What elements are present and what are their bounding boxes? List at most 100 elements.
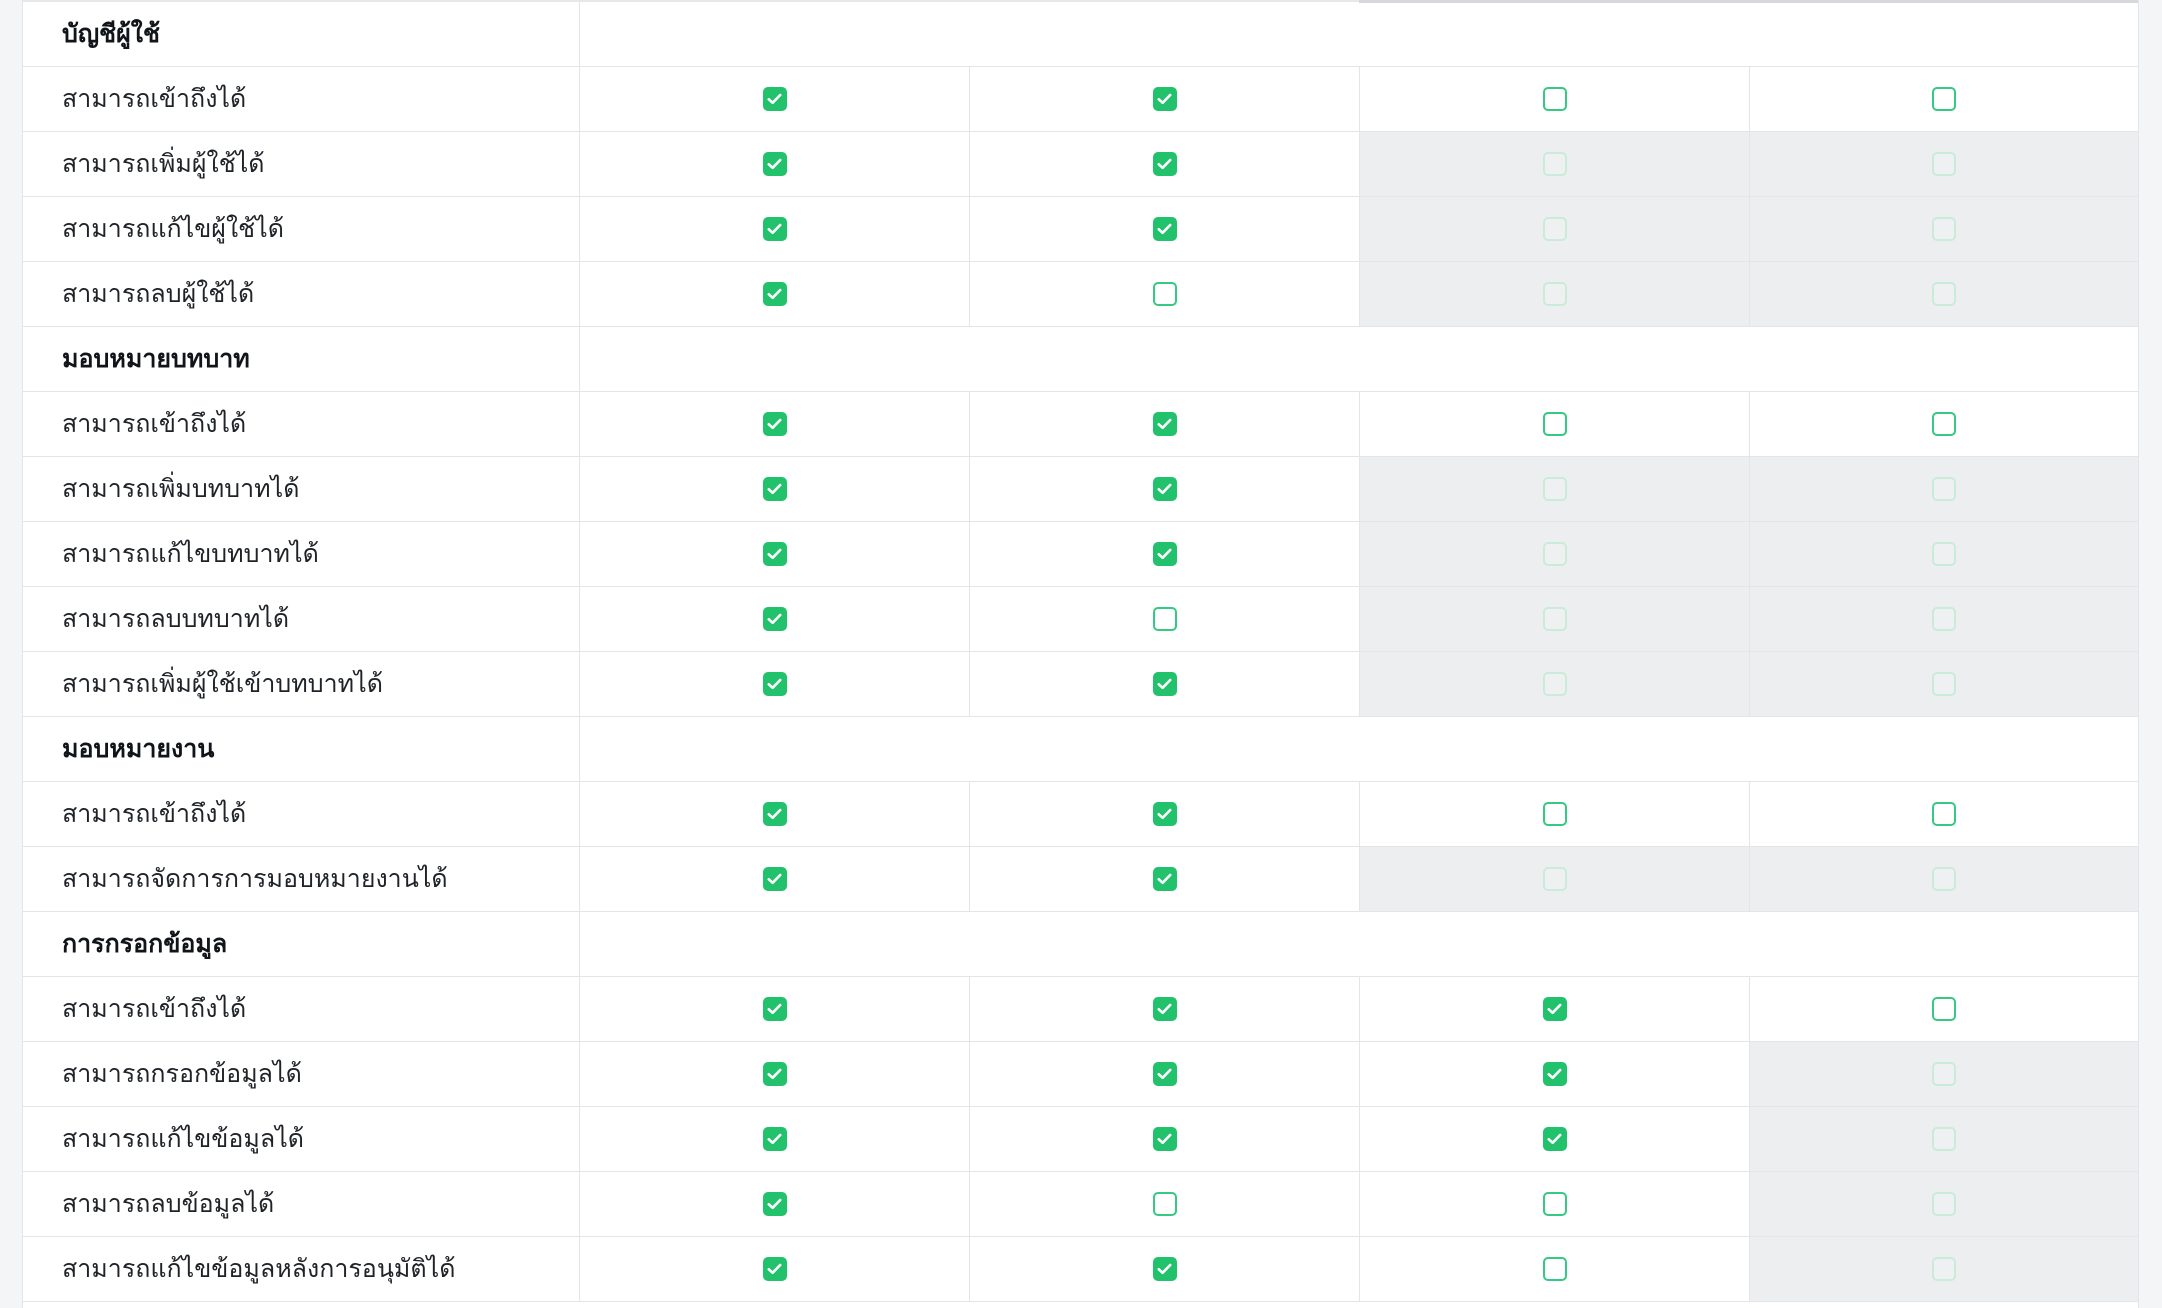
permission-checkbox	[1932, 1062, 1956, 1086]
permission-checkbox[interactable]	[762, 152, 787, 176]
permission-cell	[1360, 1107, 1750, 1171]
section-empty-cell	[580, 327, 2138, 391]
check-icon	[767, 873, 782, 885]
permission-checkbox[interactable]	[1152, 802, 1177, 826]
permission-checkbox[interactable]	[762, 282, 787, 306]
permission-checkbox[interactable]	[1542, 87, 1567, 111]
check-icon	[1157, 483, 1172, 495]
permission-checkbox[interactable]	[1152, 1062, 1177, 1086]
permission-cell	[970, 197, 1360, 261]
permission-checkbox[interactable]	[1932, 997, 1956, 1021]
check-icon	[1547, 1003, 1562, 1015]
permission-checkbox[interactable]	[1152, 867, 1177, 891]
check-icon	[767, 1263, 782, 1275]
permission-cell	[580, 392, 970, 456]
permission-checkbox	[1542, 867, 1567, 891]
permission-cell	[1360, 132, 1750, 196]
permission-checkbox[interactable]	[1152, 477, 1177, 501]
section-empty-cell	[580, 717, 2138, 781]
permission-checkbox	[1542, 672, 1567, 696]
permission-checkbox[interactable]	[1542, 1257, 1567, 1281]
permission-cell	[970, 132, 1360, 196]
check-icon	[767, 93, 782, 105]
permission-checkbox[interactable]	[1542, 997, 1567, 1021]
permission-checkbox[interactable]	[762, 412, 787, 436]
permission-cell	[1360, 782, 1750, 846]
permission-cell	[580, 132, 970, 196]
check-icon	[1157, 158, 1172, 170]
permission-checkbox[interactable]	[762, 477, 787, 501]
permission-checkbox[interactable]	[1932, 87, 1956, 111]
permission-checkbox	[1932, 672, 1956, 696]
permission-checkbox[interactable]	[1152, 997, 1177, 1021]
permission-cell	[970, 587, 1360, 651]
permission-row: สามารถแก้ไขผู้ใช้ได้	[23, 197, 2138, 262]
permission-checkbox[interactable]	[762, 1127, 787, 1151]
section-row: มอบหมายบทบาท	[23, 327, 2138, 392]
permission-cell	[1360, 587, 1750, 651]
permission-checkbox[interactable]	[1152, 217, 1177, 241]
permission-checkbox[interactable]	[762, 802, 787, 826]
permission-checkbox[interactable]	[1152, 152, 1177, 176]
check-icon	[767, 158, 782, 170]
permission-cell	[1750, 847, 2138, 911]
permission-checkbox[interactable]	[1932, 802, 1956, 826]
permission-checkbox[interactable]	[762, 672, 787, 696]
permission-checkbox[interactable]	[762, 87, 787, 111]
permission-cell	[970, 457, 1360, 521]
permission-label: สามารถแก้ไขบทบาทได้	[23, 522, 580, 586]
permission-checkbox[interactable]	[1542, 1062, 1567, 1086]
permission-cell	[970, 1172, 1360, 1236]
check-icon	[1547, 1133, 1562, 1145]
check-icon	[1157, 678, 1172, 690]
permission-cell	[1750, 652, 2138, 716]
permission-checkbox[interactable]	[1152, 607, 1177, 631]
permission-checkbox[interactable]	[1542, 802, 1567, 826]
section-row: มอบหมายงาน	[23, 717, 2138, 782]
permission-checkbox[interactable]	[1152, 1127, 1177, 1151]
permission-checkbox[interactable]	[762, 1192, 787, 1216]
section-row: การกรอกข้อมูล	[23, 912, 2138, 977]
permission-checkbox[interactable]	[762, 1062, 787, 1086]
permission-checkbox[interactable]	[762, 217, 787, 241]
permission-cell	[1750, 132, 2138, 196]
permission-cell	[1360, 977, 1750, 1041]
check-icon	[1157, 873, 1172, 885]
permission-checkbox[interactable]	[1152, 1257, 1177, 1281]
section-row: บัญชีผู้ใช้	[23, 2, 2138, 67]
permission-cell	[580, 522, 970, 586]
permission-checkbox	[1932, 477, 1956, 501]
permission-checkbox[interactable]	[762, 1257, 787, 1281]
permission-row: สามารถเพิ่มผู้ใช้ได้	[23, 132, 2138, 197]
permission-checkbox[interactable]	[762, 607, 787, 631]
permission-checkbox[interactable]	[1152, 1192, 1177, 1216]
permission-checkbox	[1542, 217, 1567, 241]
permission-checkbox[interactable]	[762, 997, 787, 1021]
permission-checkbox[interactable]	[1152, 412, 1177, 436]
permission-cell	[580, 847, 970, 911]
permission-cell	[1750, 457, 2138, 521]
permission-cell	[1360, 522, 1750, 586]
permission-cell	[1750, 977, 2138, 1041]
check-icon	[767, 678, 782, 690]
permission-checkbox[interactable]	[1152, 87, 1177, 111]
permission-checkbox[interactable]	[1152, 542, 1177, 566]
permissions-page: บัญชีผู้ใช้ สามารถเข้าถึงได้ สามารถเพิ่มผู…	[0, 0, 2162, 1308]
permission-label: สามารถลบบทบาทได้	[23, 587, 580, 651]
permission-checkbox[interactable]	[1152, 282, 1177, 306]
check-icon	[1157, 1068, 1172, 1080]
check-icon	[767, 1133, 782, 1145]
permission-checkbox[interactable]	[1932, 412, 1956, 436]
check-icon	[1157, 223, 1172, 235]
permission-checkbox	[1542, 607, 1567, 631]
permission-checkbox[interactable]	[1542, 1192, 1567, 1216]
permission-cell	[1750, 587, 2138, 651]
permission-checkbox[interactable]	[762, 867, 787, 891]
permission-checkbox[interactable]	[1542, 412, 1567, 436]
permission-checkbox	[1932, 1192, 1956, 1216]
permission-checkbox[interactable]	[762, 542, 787, 566]
permission-cell	[1360, 652, 1750, 716]
permission-label: สามารถเพิ่มผู้ใช้ได้	[23, 132, 580, 196]
permission-checkbox[interactable]	[1542, 1127, 1567, 1151]
permission-checkbox[interactable]	[1152, 672, 1177, 696]
